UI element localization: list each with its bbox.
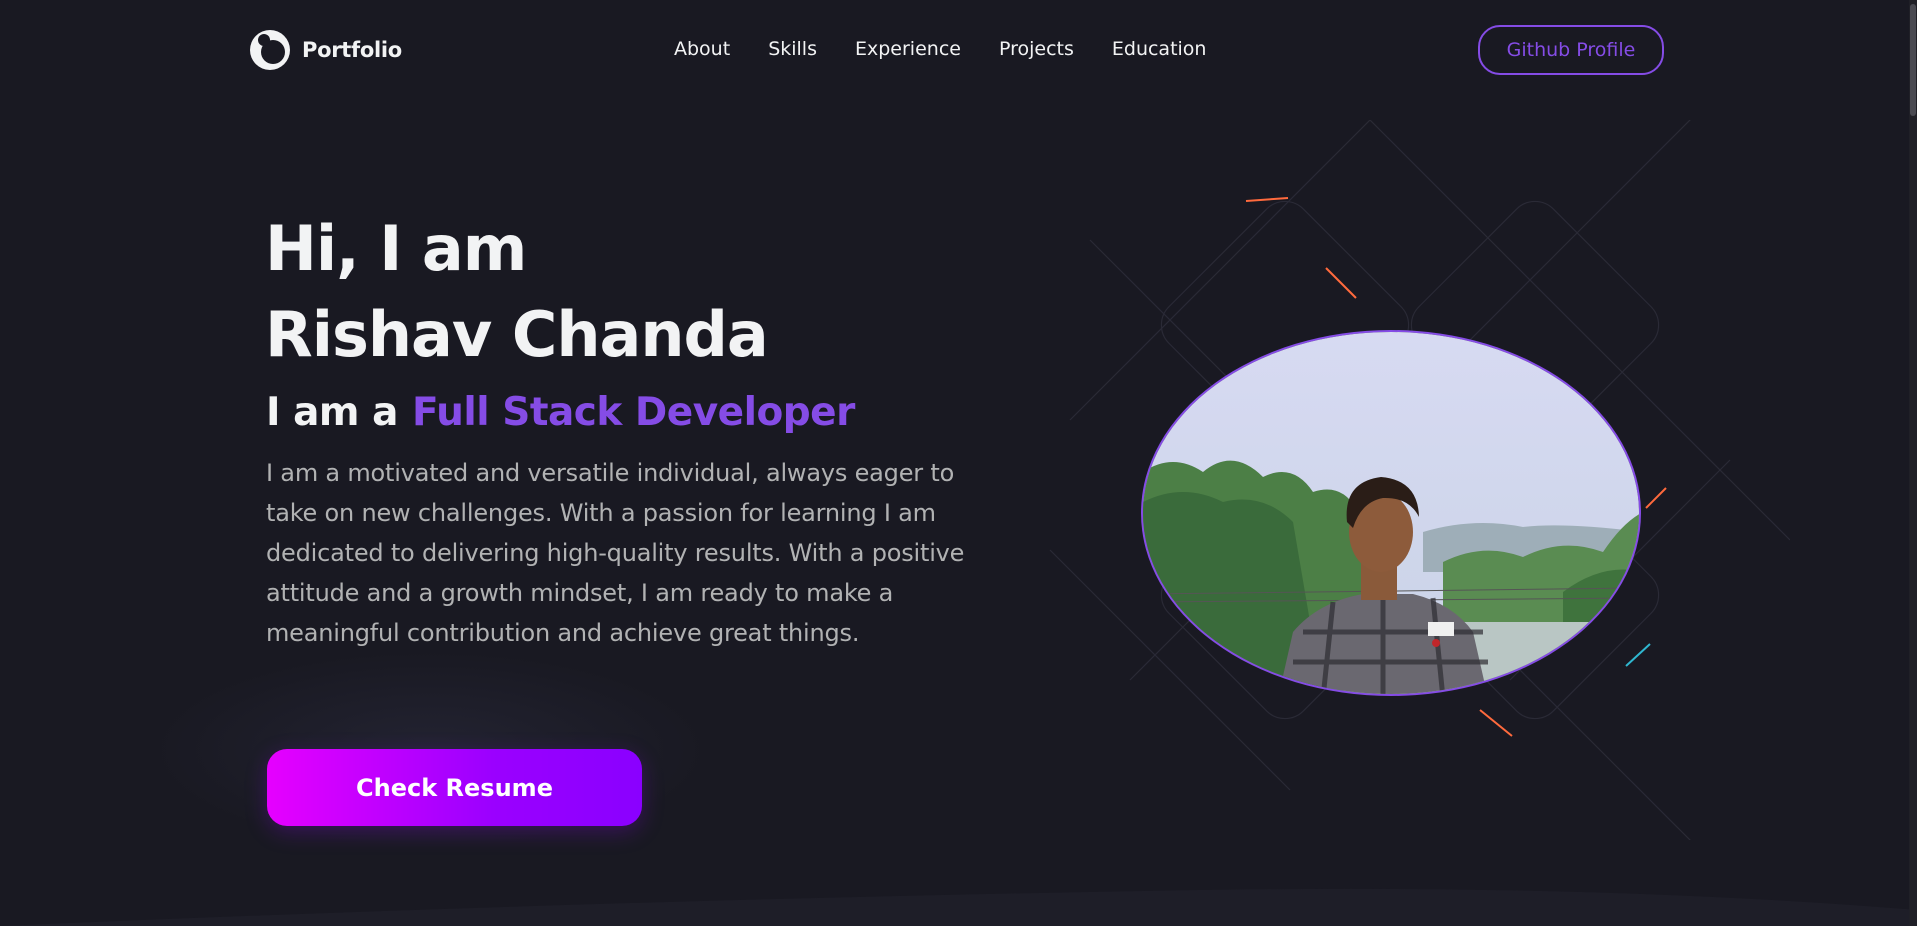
nav-link-about[interactable]: About bbox=[674, 38, 730, 60]
nav-link-education[interactable]: Education bbox=[1112, 38, 1207, 60]
bottom-wave bbox=[0, 888, 1917, 926]
scroll-thumb[interactable] bbox=[1910, 4, 1916, 116]
portfolio-page: Portfolio About Skills Experience Projec… bbox=[0, 0, 1917, 926]
role-line: I am a Full Stack Developer bbox=[266, 388, 855, 438]
check-resume-button[interactable]: Check Resume bbox=[267, 749, 642, 826]
profile-photo bbox=[1141, 330, 1641, 696]
role-value: Full Stack Developer bbox=[411, 390, 855, 435]
role-prefix: I am a bbox=[266, 390, 398, 435]
brand-name: Portfolio bbox=[302, 38, 402, 62]
page-scrollbar[interactable] bbox=[1909, 0, 1917, 926]
hero-name: Rishav Chanda bbox=[265, 298, 769, 371]
bio-text: I am a motivated and versatile individua… bbox=[266, 459, 965, 647]
hero-greeting: Hi, I am bbox=[265, 212, 527, 285]
hero-title: Hi, I am Rishav Chanda bbox=[265, 206, 769, 378]
github-profile-button[interactable]: Github Profile bbox=[1478, 25, 1664, 75]
nav-link-skills[interactable]: Skills bbox=[768, 38, 817, 60]
brand[interactable]: Portfolio bbox=[248, 28, 402, 72]
nav-links: About Skills Experience Projects Educati… bbox=[674, 38, 1244, 60]
nav-link-experience[interactable]: Experience bbox=[855, 38, 961, 60]
navbar: Portfolio About Skills Experience Projec… bbox=[0, 0, 1917, 102]
portfolio-logo-icon bbox=[248, 28, 292, 72]
nav-link-projects[interactable]: Projects bbox=[999, 38, 1074, 60]
